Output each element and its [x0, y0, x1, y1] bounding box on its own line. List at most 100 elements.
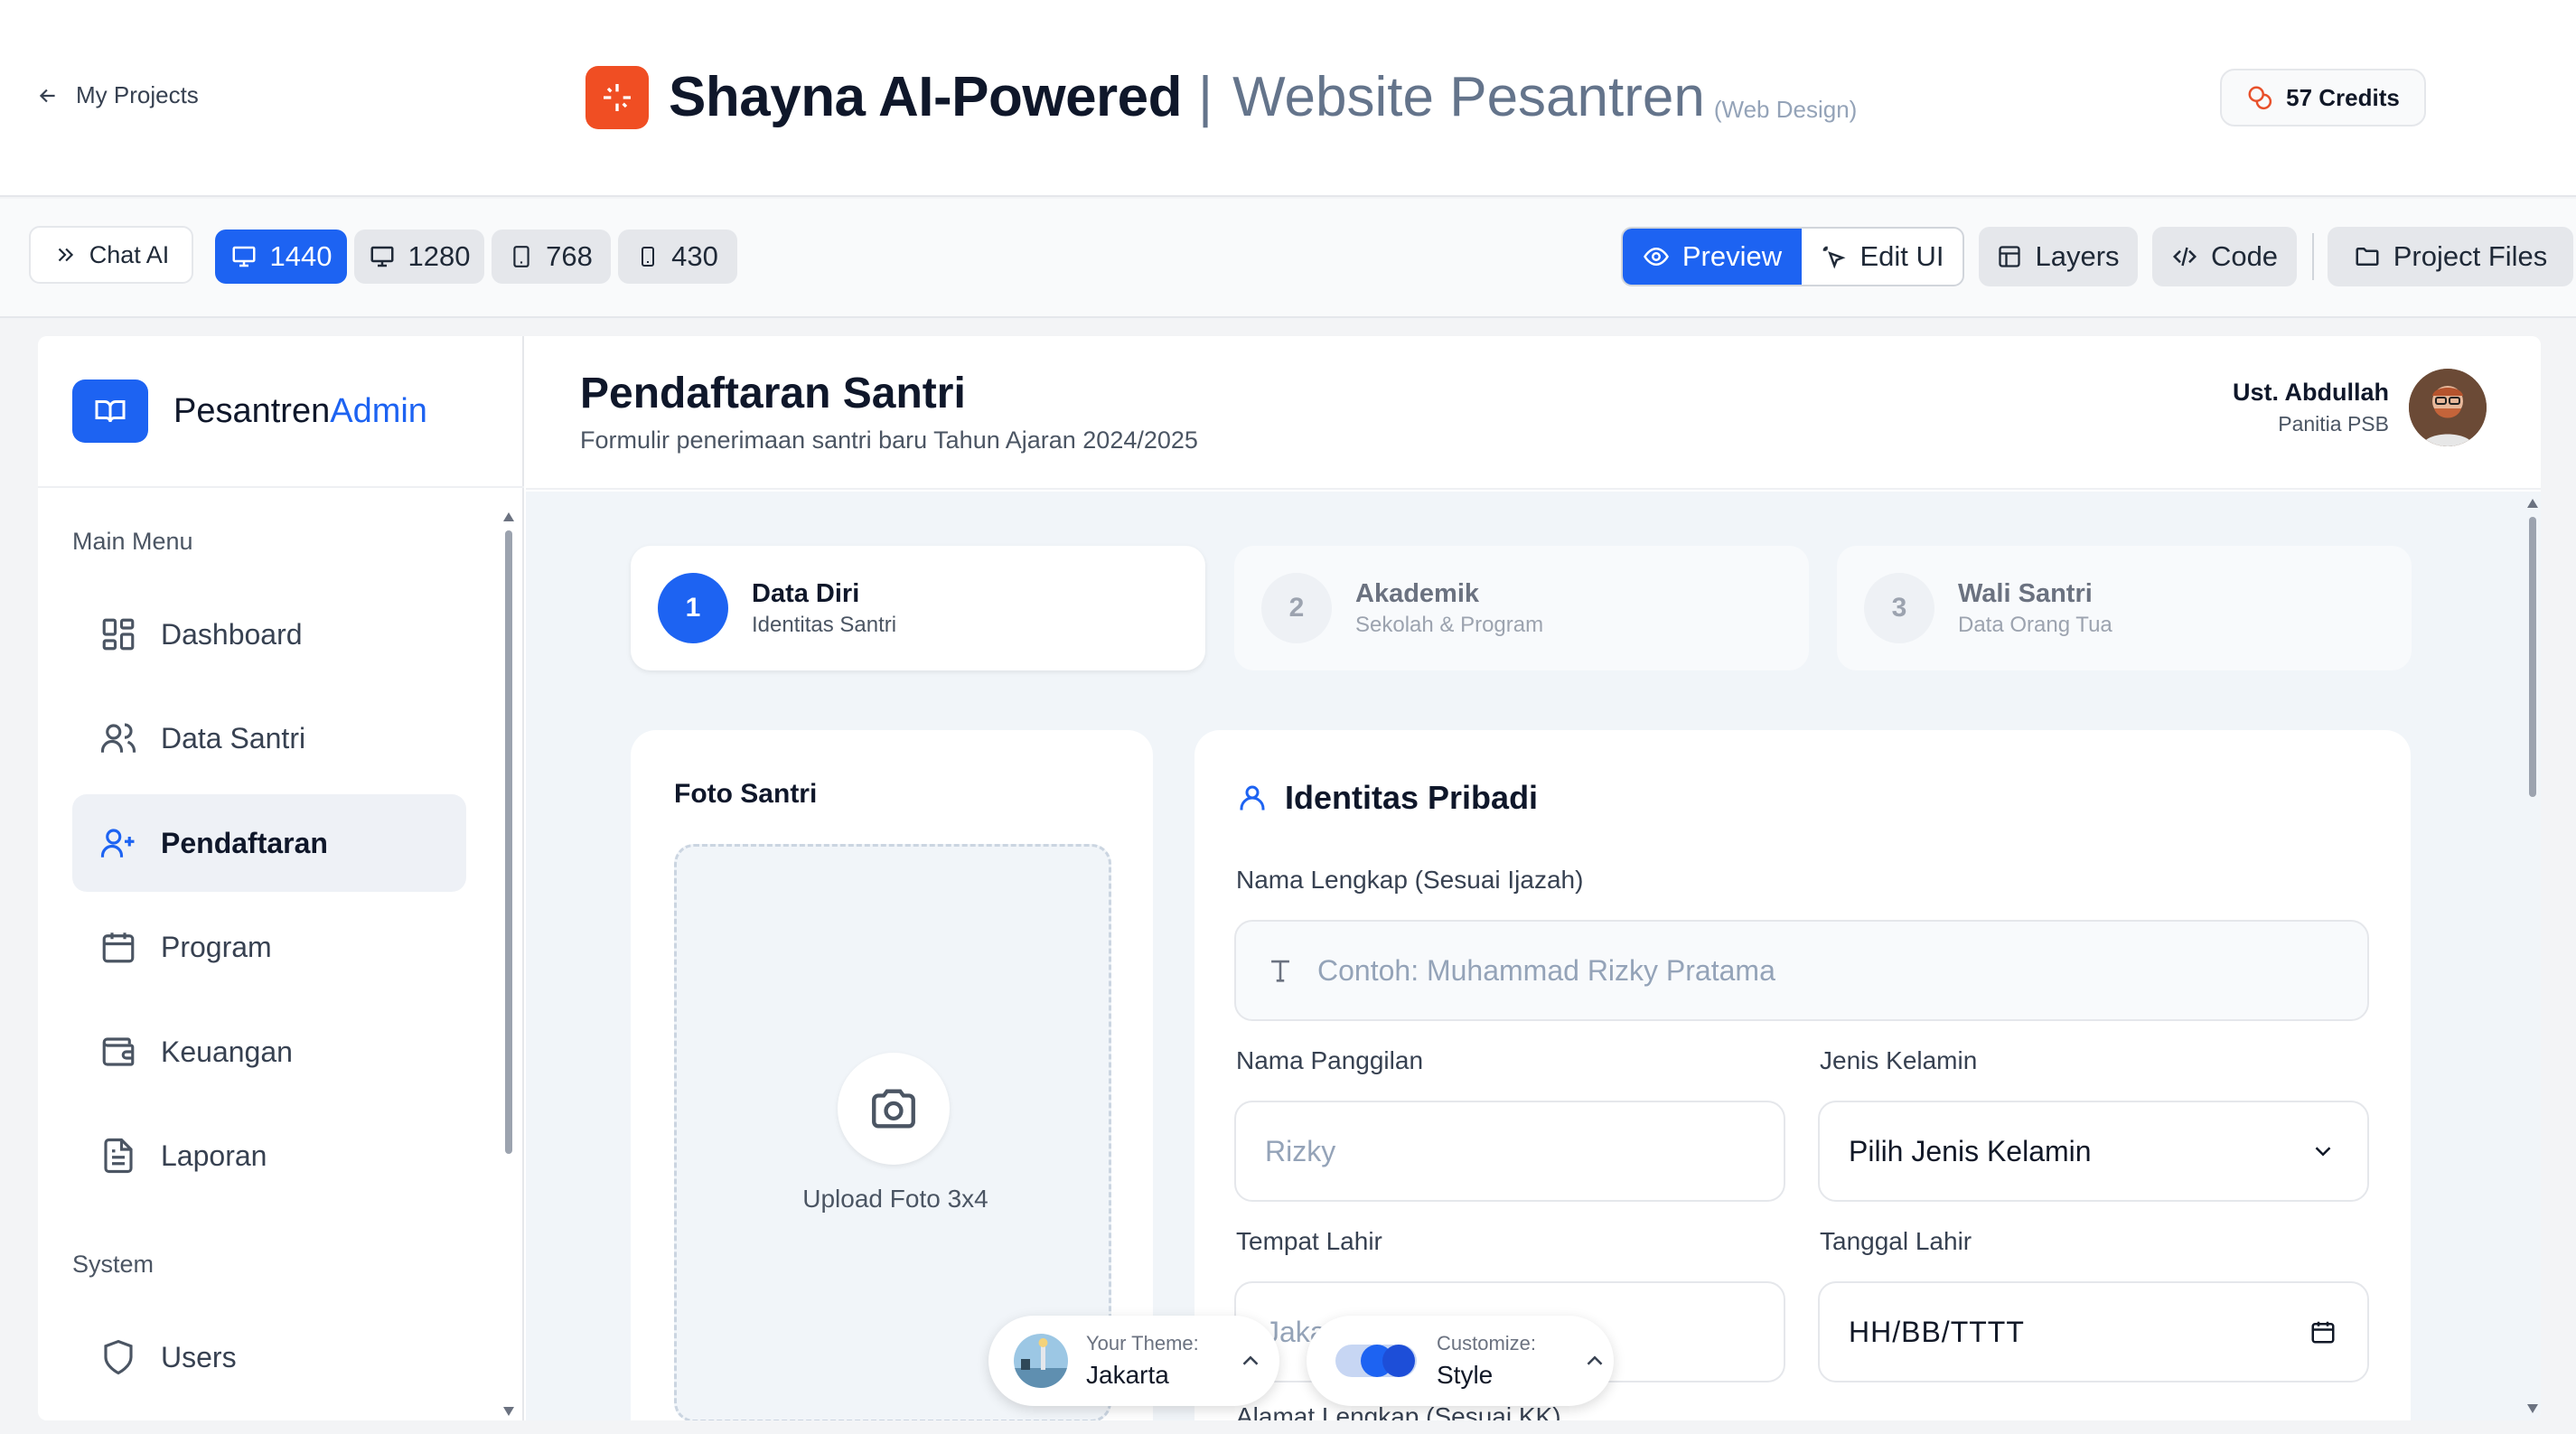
nama-lengkap-input[interactable]: Contoh: Muhammad Rizky Pratama: [1234, 920, 2369, 1021]
section-title-text: Identitas Pribadi: [1285, 779, 1539, 816]
brand-logo[interactable]: PesantrenAdmin: [72, 380, 427, 443]
sidebar-item-users[interactable]: Users: [72, 1308, 466, 1406]
main-menu-heading: Main Menu: [72, 528, 193, 555]
sidebar-item-label: Program: [161, 930, 272, 963]
code-button[interactable]: Code: [2152, 227, 2297, 286]
step-title: Wali Santri: [1958, 578, 2093, 608]
viewport-1280-button[interactable]: 1280: [354, 230, 484, 284]
nama-panggilan-placeholder: Rizky: [1265, 1134, 1336, 1167]
step-subtitle: Sekolah & Program: [1355, 612, 1544, 637]
tempat-lahir-label: Tempat Lahir: [1236, 1227, 1382, 1255]
preview-button[interactable]: Preview: [1623, 229, 1802, 285]
edit-ui-button[interactable]: Edit UI: [1802, 229, 1962, 285]
sidebar-item-keuangan[interactable]: Keuangan: [72, 1003, 466, 1101]
content-scrollbar[interactable]: [2526, 492, 2539, 1420]
jenis-kelamin-select[interactable]: Pilih Jenis Kelamin: [1818, 1101, 2369, 1202]
chat-ai-label: Chat AI: [89, 240, 170, 268]
step-akademik[interactable]: 2 Akademik Sekolah & Program: [1234, 546, 1809, 670]
sidebar-item-pendaftaran[interactable]: Pendaftaran: [72, 794, 466, 892]
user-icon: [1236, 782, 1269, 814]
viewport-label: 1440: [269, 240, 333, 272]
page-header: Pendaftaran Santri Formulir penerimaan s…: [526, 336, 2541, 490]
style-toggle-icon: [1335, 1341, 1419, 1381]
sidebar-item-label: Users: [161, 1340, 237, 1373]
preview-label: Preview: [1681, 240, 1783, 272]
camera-icon: [838, 1053, 950, 1165]
app-topbar: My Projects Shayna AI-Powered | Website …: [0, 0, 2576, 197]
sidebar-item-laporan[interactable]: Laporan: [72, 1107, 466, 1204]
theme-label: Your Theme:: [1086, 1332, 1199, 1354]
arrow-left-icon: [36, 84, 60, 108]
preview-frame: PesantrenAdmin Main Menu Dashboard Data …: [38, 336, 2541, 1420]
code-label: Code: [2210, 240, 2279, 272]
sidebar-item-dashboard[interactable]: Dashboard: [72, 586, 466, 683]
layout-icon: [1997, 244, 2022, 269]
viewport-1440-button[interactable]: 1440: [215, 230, 347, 284]
title-tag: (Web Design): [1713, 96, 1858, 123]
chevrons-right-icon: [53, 243, 77, 267]
wallet-icon: [99, 1033, 137, 1071]
credits-badge[interactable]: 57 Credits: [2220, 69, 2426, 127]
back-to-projects-link[interactable]: My Projects: [36, 81, 199, 109]
layers-button[interactable]: Layers: [1979, 227, 2138, 286]
project-files-label: Project Files: [2393, 240, 2548, 272]
step-title: Akademik: [1355, 578, 1480, 608]
monitor-icon: [369, 243, 396, 270]
customize-value: Style: [1437, 1361, 1494, 1389]
back-label: My Projects: [76, 81, 199, 108]
step-data-diri[interactable]: 1 Data Diri Identitas Santri: [631, 546, 1205, 670]
user-role: Panitia PSB: [2278, 412, 2389, 436]
title-sub: Website Pesantren: [1232, 66, 1705, 128]
file-text-icon: [99, 1137, 137, 1175]
section-title: Identitas Pribadi: [1236, 779, 1538, 817]
user-profile[interactable]: Ust. Abdullah Panitia PSB: [2233, 369, 2487, 446]
sidebar-item-label: Data Santri: [161, 721, 306, 754]
sparkle-logo-icon: [585, 65, 649, 129]
step-number: 3: [1864, 573, 1934, 643]
brand-name: Pesantren: [173, 391, 331, 430]
sidebar-item-label: Keuangan: [161, 1035, 293, 1068]
theme-thumbnail-icon: [1014, 1334, 1068, 1388]
step-subtitle: Data Orang Tua: [1958, 612, 2112, 637]
step-number: 1: [658, 573, 728, 643]
photo-card-title: Foto Santri: [674, 779, 818, 809]
jenis-kelamin-value: Pilih Jenis Kelamin: [1849, 1134, 2092, 1167]
sidebar-item-program[interactable]: Program: [72, 898, 466, 996]
main-content: 1 Data Diri Identitas Santri 2 Akademik …: [526, 492, 2541, 1420]
eye-icon: [1643, 243, 1670, 270]
sidebar: PesantrenAdmin Main Menu Dashboard Data …: [38, 336, 524, 1420]
tanggal-lahir-label: Tanggal Lahir: [1820, 1227, 1972, 1255]
mode-toggle: Preview Edit UI: [1621, 227, 1964, 286]
chat-ai-button[interactable]: Chat AI: [29, 226, 193, 284]
viewport-430-button[interactable]: 430: [618, 230, 737, 284]
users-icon: [99, 719, 137, 757]
nama-lengkap-label: Nama Lengkap (Sesuai Ijazah): [1236, 866, 1584, 894]
theme-selector[interactable]: Your Theme: Jakarta: [988, 1316, 1279, 1406]
tanggal-lahir-input[interactable]: HH/BB/TTTT: [1818, 1281, 2369, 1382]
title-separator: |: [1198, 66, 1213, 128]
calendar-icon: [2309, 1318, 2337, 1345]
nama-panggilan-label: Nama Panggilan: [1236, 1046, 1424, 1074]
sidebar-divider: [38, 486, 524, 488]
viewport-label: 1280: [407, 240, 471, 272]
nama-lengkap-placeholder: Contoh: Muhammad Rizky Pratama: [1317, 953, 1775, 987]
viewport-label: 768: [546, 240, 593, 272]
sidebar-scrollbar[interactable]: [502, 512, 515, 1416]
type-icon: [1265, 955, 1296, 986]
viewport-768-button[interactable]: 768: [492, 230, 611, 284]
viewport-label: 430: [671, 240, 718, 272]
customize-label: Customize:: [1437, 1332, 1537, 1354]
jenis-kelamin-label: Jenis Kelamin: [1820, 1046, 1978, 1074]
code-icon: [2171, 243, 2198, 270]
project-files-button[interactable]: Project Files: [2328, 227, 2573, 286]
page-title: Pendaftaran Santri: [580, 370, 966, 417]
book-open-icon: [72, 380, 148, 443]
system-heading: System: [72, 1251, 155, 1278]
sidebar-item-data-santri[interactable]: Data Santri: [72, 689, 466, 787]
coins-icon: [2246, 84, 2273, 111]
page-subtitle: Formulir penerimaan santri baru Tahun Aj…: [580, 426, 1198, 454]
step-wali-santri[interactable]: 3 Wali Santri Data Orang Tua: [1837, 546, 2412, 670]
customize-selector[interactable]: Customize: Style: [1307, 1316, 1614, 1406]
nama-panggilan-input[interactable]: Rizky: [1234, 1101, 1785, 1202]
toolbar-divider: [2312, 233, 2314, 280]
